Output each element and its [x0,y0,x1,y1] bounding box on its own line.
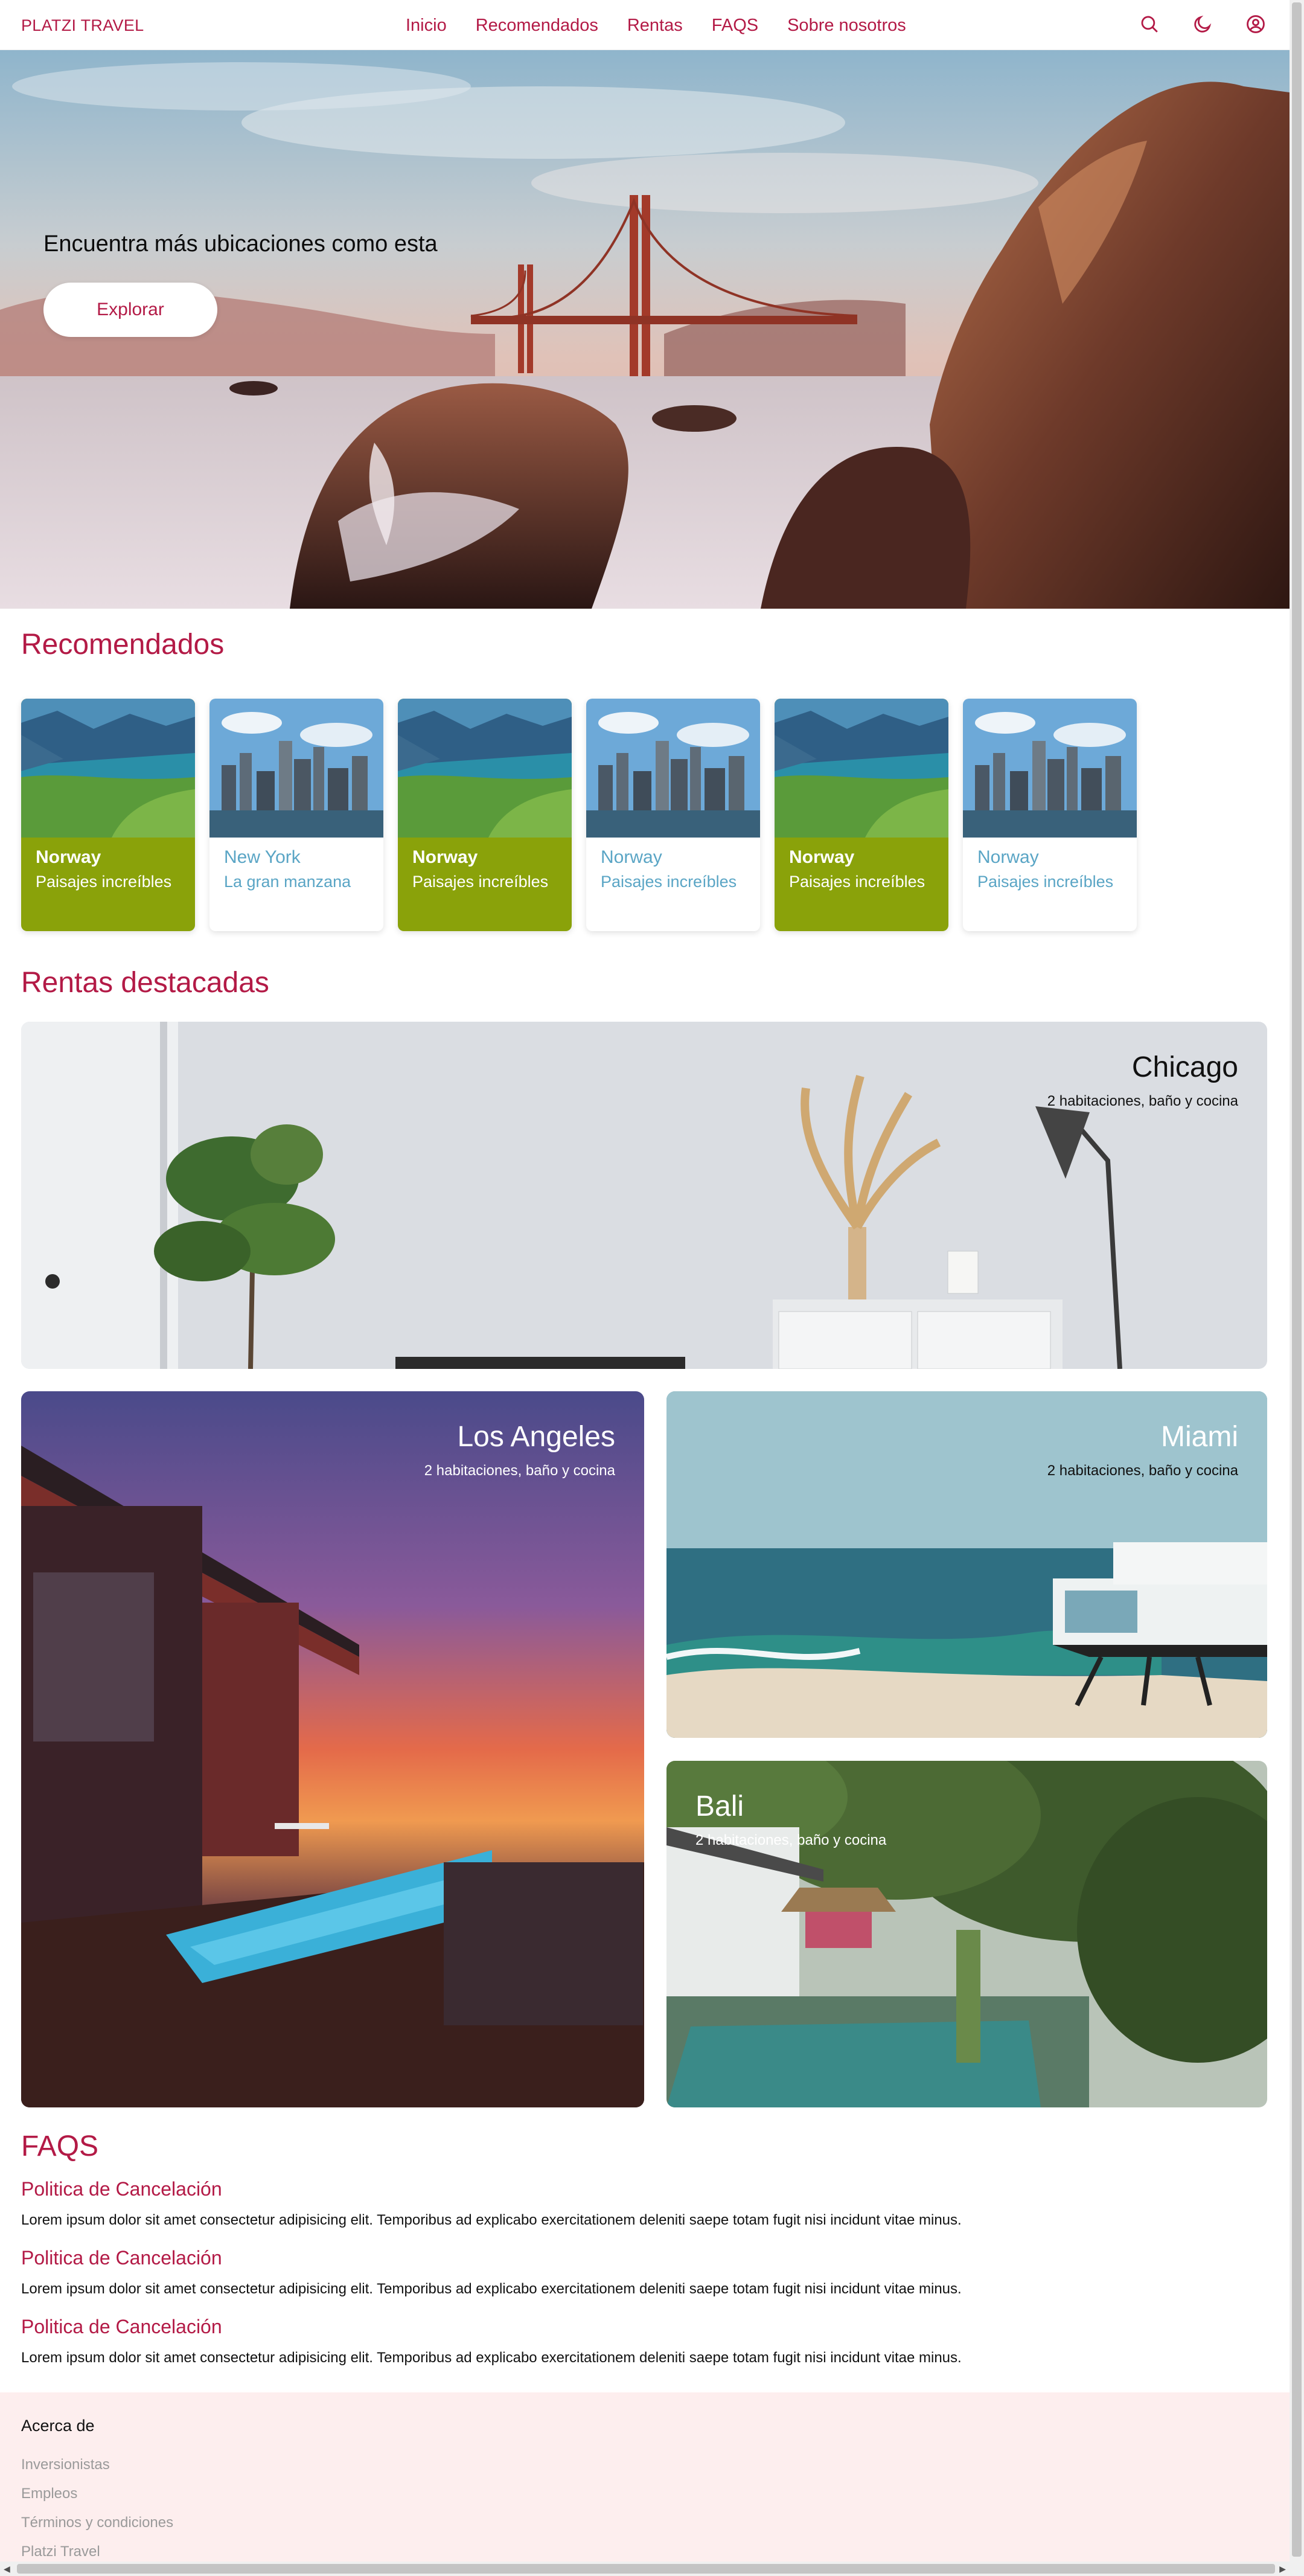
hero-banner: Encuentra más ubicaciones como esta Expl… [0,50,1290,609]
footer-link-empleos[interactable]: Empleos [21,2485,77,2502]
explore-button[interactable]: Explorar [43,283,217,337]
city-image [586,699,760,838]
faqs-title: FAQS [21,2130,99,2162]
rental-description: 2 habitaciones, baño y cocina [1047,1463,1238,1479]
recommended-card-norway[interactable]: Norway Paisajes increíbles [586,699,760,931]
site-header: PLATZI TRAVEL Inicio Recomendados Rentas… [0,0,1290,50]
scroll-left-icon[interactable]: ◀ [4,2564,10,2574]
card-title: Norway [412,847,478,867]
los-angeles-image [21,1391,644,2107]
header-actions [1137,12,1268,36]
norway-image [775,699,948,838]
nav-link-faqs[interactable]: FAQS [712,16,758,36]
card-subtitle: La gran manzana [224,873,351,891]
vertical-scrollbar-thumb[interactable] [1292,2,1302,2557]
recommended-card-norway[interactable]: Norway Paisajes increíbles [963,699,1137,931]
hero-title: Encuentra más ubicaciones como esta [43,231,438,257]
faq-answer: Lorem ipsum dolor sit amet consectetur a… [21,2212,962,2228]
recommended-card-new-york[interactable]: New York La gran manzana [209,699,383,931]
horizontal-scrollbar-thumb[interactable] [17,2564,1275,2574]
horizontal-scrollbar[interactable]: ◀ ▶ [0,2562,1304,2576]
norway-image [21,699,195,838]
footer-heading: Acerca de [21,2417,95,2435]
rental-city: Bali [695,1790,744,1822]
rentals-title: Rentas destacadas [21,967,269,999]
recommended-title: Recomendados [21,629,225,661]
rental-description: 2 habitaciones, baño y cocina [1047,1093,1238,1109]
card-title: Norway [977,847,1039,867]
card-title: New York [224,847,301,867]
card-title: Norway [789,847,855,867]
search-icon[interactable] [1137,12,1162,36]
scroll-right-icon[interactable]: ▶ [1279,2564,1286,2574]
rental-card-miami[interactable]: Miami 2 habitaciones, baño y cocina [666,1391,1267,1738]
faq-question[interactable]: Politica de Cancelación [21,2247,222,2269]
recommended-card-norway[interactable]: Norway Paisajes increíbles [775,699,948,931]
site-footer: Acerca de Inversionistas Empleos Término… [0,2392,1290,2562]
footer-link-platzi-travel[interactable]: Platzi Travel [21,2543,100,2560]
chicago-image [21,1022,1267,1369]
nav-link-sobre-nosotros[interactable]: Sobre nosotros [787,16,906,36]
rental-card-los-angeles[interactable]: Los Angeles 2 habitaciones, baño y cocin… [21,1391,644,2107]
footer-link-terminos[interactable]: Términos y condiciones [21,2514,173,2531]
card-title: Norway [601,847,662,867]
new-york-image [209,699,383,838]
rental-city: Chicago [1131,1051,1238,1083]
site-logo[interactable]: PLATZI TRAVEL [21,16,144,35]
recommended-card-norway[interactable]: Norway Paisajes increíbles [398,699,572,931]
card-title: Norway [36,847,101,867]
footer-link-inversionistas[interactable]: Inversionistas [21,2456,110,2473]
rental-description: 2 habitaciones, baño y cocina [424,1463,615,1479]
card-subtitle: Paisajes increíbles [601,873,737,891]
faq-answer: Lorem ipsum dolor sit amet consectetur a… [21,2281,962,2297]
nav-link-inicio[interactable]: Inicio [406,16,447,36]
main-nav: Inicio Recomendados Rentas FAQS Sobre no… [406,16,906,36]
rental-city: Miami [1161,1421,1238,1453]
faq-answer: Lorem ipsum dolor sit amet consectetur a… [21,2350,962,2366]
card-subtitle: Paisajes increíbles [977,873,1114,891]
user-icon[interactable] [1244,12,1268,36]
recommended-carousel: Norway Paisajes increíbles New York La g… [21,699,1137,931]
moon-icon[interactable] [1191,12,1215,36]
nav-link-recomendados[interactable]: Recomendados [476,16,598,36]
rental-description: 2 habitaciones, baño y cocina [695,1832,887,1848]
norway-image [398,699,572,838]
nav-link-rentas[interactable]: Rentas [627,16,683,36]
card-subtitle: Paisajes increíbles [36,873,172,891]
recommended-card-norway[interactable]: Norway Paisajes increíbles [21,699,195,931]
faq-question[interactable]: Politica de Cancelación [21,2178,222,2200]
city-image [963,699,1137,838]
faq-question[interactable]: Politica de Cancelación [21,2316,222,2338]
rental-card-bali[interactable]: Bali 2 habitaciones, baño y cocina [666,1761,1267,2107]
vertical-scrollbar[interactable] [1290,0,1304,2562]
rental-card-chicago[interactable]: Chicago 2 habitaciones, baño y cocina [21,1022,1267,1369]
rental-city: Los Angeles [457,1421,615,1453]
card-subtitle: Paisajes increíbles [412,873,549,891]
card-subtitle: Paisajes increíbles [789,873,925,891]
bali-image [666,1761,1267,2107]
